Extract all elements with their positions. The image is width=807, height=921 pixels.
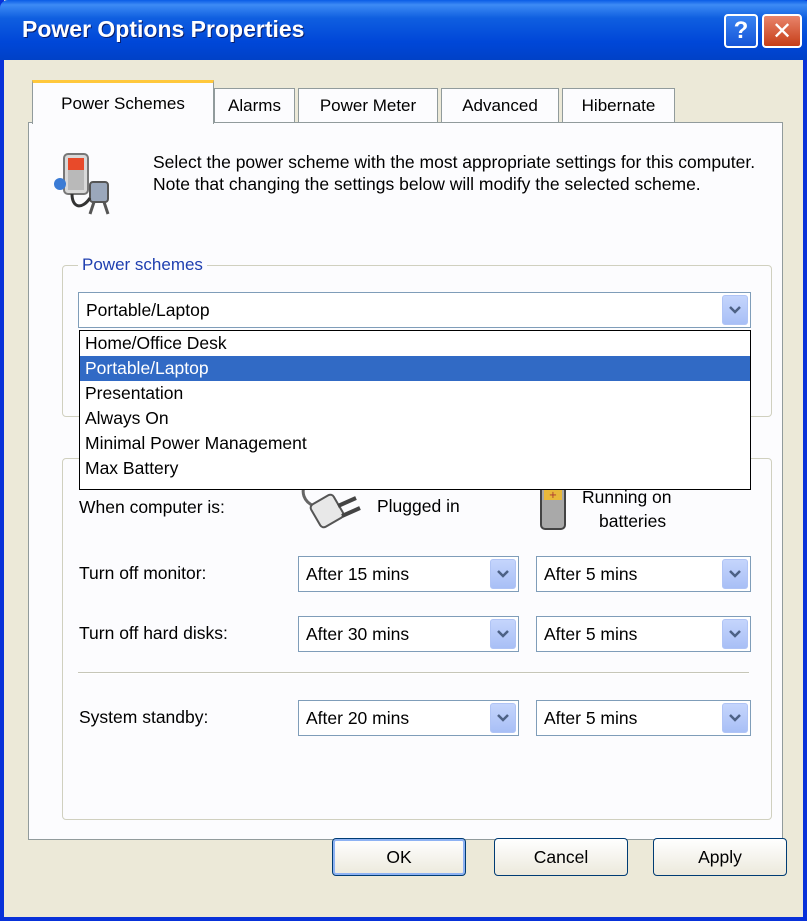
tab-alarms[interactable]: Alarms (214, 88, 295, 122)
chevron-down-icon[interactable] (722, 703, 748, 733)
list-item[interactable]: Minimal Power Management (80, 431, 750, 456)
list-item[interactable]: Always On (80, 406, 750, 431)
power-schemes-group-label: Power schemes (78, 255, 207, 275)
cancel-button[interactable]: Cancel (494, 838, 628, 876)
list-item[interactable]: Presentation (80, 381, 750, 406)
monitor-battery-value: After 5 mins (544, 563, 638, 584)
tab-power-meter[interactable]: Power Meter (298, 88, 438, 122)
chevron-down-icon[interactable] (490, 619, 516, 649)
list-item[interactable]: Max Battery (80, 456, 750, 481)
help-button[interactable]: ? (724, 14, 758, 48)
power-scheme-dropdown-list[interactable]: Home/Office Desk Portable/Laptop Present… (79, 330, 751, 490)
plugged-in-label: Plugged in (377, 496, 460, 516)
batteries-label: batteries (599, 511, 667, 531)
hard-disks-plugged-select[interactable]: After 30 mins (298, 616, 519, 652)
close-button[interactable]: ✕ (762, 14, 802, 48)
list-item[interactable]: Portable/Laptop (80, 356, 750, 381)
tab-hibernate[interactable]: Hibernate (562, 88, 675, 122)
standby-plugged-value: After 20 mins (306, 707, 410, 728)
list-item[interactable]: Home/Office Desk (80, 331, 750, 356)
chevron-down-icon[interactable] (490, 559, 516, 589)
power-scheme-select[interactable]: Portable/Laptop (78, 292, 751, 328)
chevron-down-icon[interactable] (722, 295, 748, 325)
power-options-icon (50, 150, 130, 227)
hard-disks-plugged-value: After 30 mins (306, 623, 410, 644)
hard-disks-battery-value: After 5 mins (544, 623, 638, 644)
settings-divider (78, 672, 749, 674)
power-scheme-selected-value: Portable/Laptop (86, 299, 210, 320)
tab-advanced[interactable]: Advanced (441, 88, 559, 122)
chevron-down-icon[interactable] (722, 619, 748, 649)
standby-plugged-select[interactable]: After 20 mins (298, 700, 519, 736)
hard-disks-battery-select[interactable]: After 5 mins (536, 616, 751, 652)
chevron-down-icon[interactable] (722, 559, 748, 589)
svg-text:+: + (549, 490, 557, 501)
apply-button[interactable]: Apply (653, 838, 787, 876)
system-standby-label: System standby: (79, 707, 209, 727)
ok-button[interactable]: OK (332, 838, 466, 876)
monitor-plugged-select[interactable]: After 15 mins (298, 556, 519, 592)
monitor-battery-select[interactable]: After 5 mins (536, 556, 751, 592)
when-computer-is-label: When computer is: (79, 497, 225, 517)
turn-off-hard-disks-label: Turn off hard disks: (79, 623, 228, 643)
standby-battery-select[interactable]: After 5 mins (536, 700, 751, 736)
turn-off-monitor-label: Turn off monitor: (79, 563, 207, 583)
tab-power-schemes[interactable]: Power Schemes (32, 80, 214, 124)
monitor-plugged-value: After 15 mins (306, 563, 410, 584)
running-on-batteries-label: Running on batteries (582, 485, 672, 533)
window-title: Power Options Properties (22, 16, 305, 42)
standby-battery-value: After 5 mins (544, 707, 638, 728)
chevron-down-icon[interactable] (490, 703, 516, 733)
title-bar[interactable]: Power Options Properties ? ✕ (0, 0, 807, 60)
scheme-description: Select the power scheme with the most ap… (153, 152, 756, 194)
